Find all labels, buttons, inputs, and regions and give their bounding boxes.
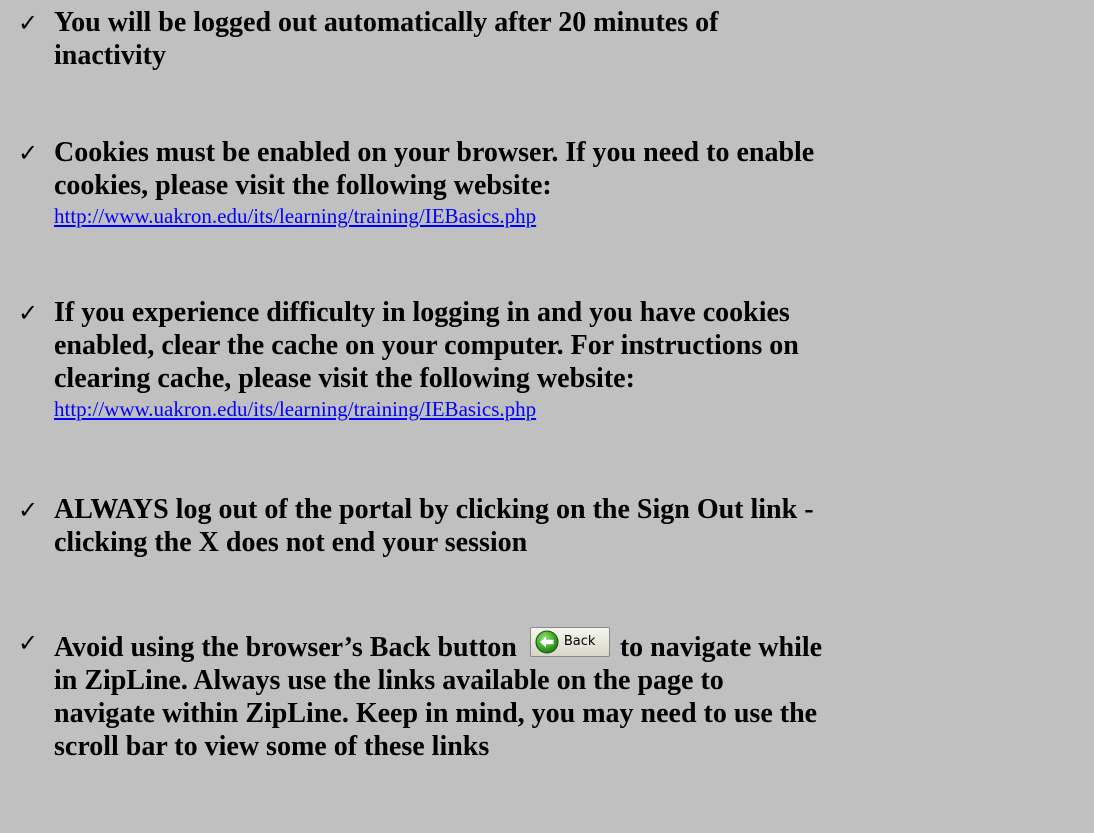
bullet-item-cookies: ✓ Cookies must be enabled on your browse… — [18, 136, 1086, 230]
text-line: clearing cache, please visit the followi… — [54, 363, 635, 394]
bullet-item-logout-timeout: ✓ You will be logged out automatically a… — [18, 6, 1086, 72]
green-back-arrow-icon — [535, 630, 559, 654]
text-line: inactivity — [54, 40, 166, 71]
iebasics-link[interactable]: http://www.uakron.edu/its/learning/train… — [54, 395, 1086, 423]
text-line: scroll bar to view some of these links — [54, 731, 490, 762]
bullet-item-sign-out: ✓ ALWAYS log out of the portal by clicki… — [18, 493, 1086, 559]
text-line: enabled, clear the cache on your compute… — [54, 330, 799, 361]
text-line: ALWAYS log out of the portal by clicking… — [54, 494, 814, 525]
text-segment: to navigate while — [619, 632, 823, 663]
text-line: You will be logged out automatically aft… — [54, 7, 719, 38]
checkmark-icon: ✓ — [18, 496, 39, 524]
text-line: Avoid using the browser’s Back button Ba… — [54, 626, 1086, 664]
text-line: If you experience difficulty in logging … — [54, 297, 790, 328]
text-line: cookies, please visit the following webs… — [54, 170, 552, 201]
bullet-item-clear-cache: ✓ If you experience difficulty in loggin… — [18, 296, 1086, 423]
text-line: clicking the X does not end your session — [54, 527, 528, 558]
checkmark-icon: ✓ — [18, 299, 39, 327]
browser-back-button-image: Back — [529, 627, 610, 657]
back-button-label: Back — [563, 634, 596, 649]
checkmark-icon: ✓ — [18, 9, 39, 37]
bullet-item-back-button: ✓ Avoid using the browser’s Back button — [18, 626, 1086, 763]
iebasics-link[interactable]: http://www.uakron.edu/its/learning/train… — [54, 202, 1086, 230]
bullet-text: Avoid using the browser’s Back button Ba… — [54, 626, 1086, 763]
bullet-text: Cookies must be enabled on your browser.… — [54, 136, 1086, 230]
text-line: navigate within ZipLine. Keep in mind, y… — [54, 698, 818, 729]
bullet-text: ALWAYS log out of the portal by clicking… — [54, 493, 1086, 559]
text-line: Cookies must be enabled on your browser.… — [54, 137, 815, 168]
text-line: in ZipLine. Always use the links availab… — [54, 665, 724, 696]
checkmark-icon: ✓ — [18, 629, 39, 657]
bullet-text: You will be logged out automatically aft… — [54, 6, 1086, 72]
checkmark-icon: ✓ — [18, 139, 39, 167]
instructions-page: ✓ You will be logged out automatically a… — [0, 0, 1094, 833]
text-segment: Avoid using the browser’s Back button — [54, 632, 517, 663]
bullet-text: If you experience difficulty in logging … — [54, 296, 1086, 423]
